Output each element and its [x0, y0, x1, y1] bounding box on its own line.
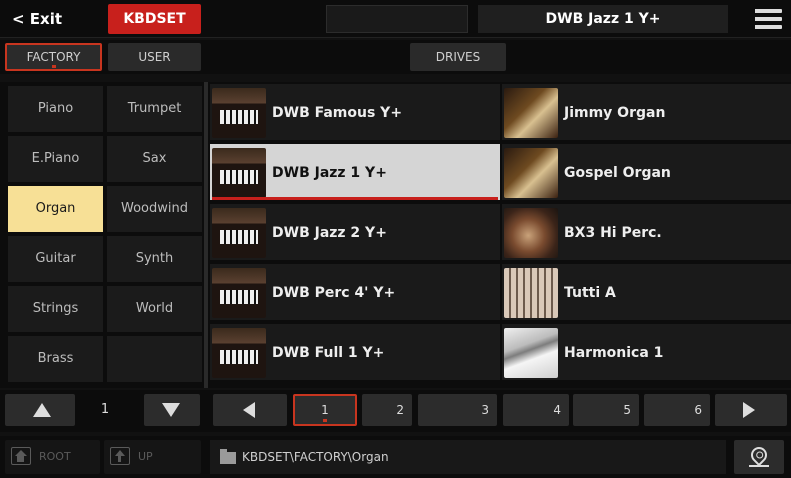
arrow-up-icon — [33, 403, 51, 417]
organ-console-icon — [212, 148, 266, 198]
tab-factory-label: FACTORY — [26, 50, 81, 64]
page-2-button[interactable]: 2 — [362, 394, 412, 426]
up-label: UP — [138, 450, 153, 463]
active-indicator — [51, 65, 56, 68]
sound-name: Gospel Organ — [564, 165, 671, 181]
category-epiano[interactable]: E.Piano — [8, 136, 103, 182]
organ-console-icon — [212, 208, 266, 258]
empty-display — [326, 5, 468, 33]
arrow-down-icon — [162, 403, 180, 417]
sound-item[interactable]: Gospel Organ — [502, 144, 791, 202]
home-icon — [11, 447, 31, 465]
sound-name: Tutti A — [564, 285, 616, 301]
category-sax[interactable]: Sax — [107, 136, 202, 182]
page-prev-button[interactable] — [213, 394, 287, 426]
category-scroll-down-button[interactable] — [144, 394, 200, 426]
sound-name: DWB Jazz 1 Y+ — [272, 165, 387, 181]
sound-item[interactable]: DWB Perc 4' Y+ — [210, 264, 500, 322]
sound-name: DWB Jazz 2 Y+ — [272, 225, 387, 241]
sound-item[interactable]: Harmonica 1 — [502, 324, 791, 382]
arrow-right-icon — [743, 402, 755, 418]
top-bar: < Exit KBDSET DWB Jazz 1 Y+ — [0, 0, 791, 38]
sound-name: DWB Perc 4' Y+ — [272, 285, 396, 301]
root-button[interactable]: ROOT — [5, 440, 100, 474]
up-button[interactable]: UP — [104, 440, 201, 474]
category-grid: Piano Trumpet E.Piano Sax Organ Woodwind… — [0, 82, 206, 388]
category-world[interactable]: World — [107, 286, 202, 332]
organ-pipes-icon — [504, 268, 558, 318]
sound-item[interactable]: BX3 Hi Perc. — [502, 204, 791, 262]
category-woodwind[interactable]: Woodwind — [107, 186, 202, 232]
sound-name: DWB Famous Y+ — [272, 105, 403, 121]
organ-keys-icon — [504, 148, 558, 198]
page-6-button[interactable]: 6 — [644, 394, 710, 426]
sound-name: BX3 Hi Perc. — [564, 225, 662, 241]
path-text: KBDSET\FACTORY\Organ — [242, 450, 389, 464]
category-trumpet[interactable]: Trumpet — [107, 86, 202, 132]
tab-user[interactable]: USER — [108, 43, 201, 71]
page-next-button[interactable] — [715, 394, 787, 426]
sound-item[interactable]: Jimmy Organ — [502, 84, 791, 142]
arrow-left-icon — [243, 402, 255, 418]
sound-select-screen: < Exit KBDSET DWB Jazz 1 Y+ FACTORY USER… — [0, 0, 791, 478]
harmonica-icon — [504, 328, 558, 378]
exit-button[interactable]: < Exit — [4, 4, 102, 34]
kbdset-tab[interactable]: KBDSET — [108, 4, 201, 34]
category-brass[interactable]: Brass — [8, 336, 103, 382]
sound-item[interactable]: DWB Full 1 Y+ — [210, 324, 500, 382]
organ-console-icon — [212, 268, 266, 318]
current-sound-name: DWB Jazz 1 Y+ — [478, 5, 728, 33]
root-label: ROOT — [39, 450, 71, 463]
menu-icon[interactable] — [752, 9, 782, 31]
bottom-bar: ROOT UP KBDSET\FACTORY\Organ — [0, 436, 791, 478]
sound-item[interactable]: Tutti A — [502, 264, 791, 322]
page-5-button[interactable]: 5 — [573, 394, 639, 426]
sound-item[interactable]: DWB Jazz 2 Y+ — [210, 204, 500, 262]
sound-item-selected[interactable]: DWB Jazz 1 Y+ — [210, 144, 500, 202]
category-strings[interactable]: Strings — [8, 286, 103, 332]
page-3-button[interactable]: 3 — [418, 394, 497, 426]
rotary-speaker-icon — [504, 208, 558, 258]
page-label: 1 — [321, 403, 329, 417]
category-page-number: 1 — [100, 402, 110, 417]
location-pin-icon — [747, 443, 771, 467]
sound-name: Jimmy Organ — [564, 105, 666, 121]
sound-name: DWB Full 1 Y+ — [272, 345, 385, 361]
path-display: KBDSET\FACTORY\Organ — [210, 440, 726, 474]
organ-keys-icon — [504, 88, 558, 138]
active-indicator — [323, 419, 327, 422]
category-synth[interactable]: Synth — [107, 236, 202, 282]
category-organ[interactable]: Organ — [8, 186, 103, 232]
category-empty — [107, 336, 202, 382]
bank-tab-row: FACTORY USER DRIVES — [0, 40, 791, 74]
selection-bar — [212, 197, 498, 200]
category-scroll-up-button[interactable] — [5, 394, 75, 426]
page-4-button[interactable]: 4 — [503, 394, 569, 426]
pager-row: 1 1 2 3 4 5 6 — [0, 390, 791, 432]
category-piano[interactable]: Piano — [8, 86, 103, 132]
organ-console-icon — [212, 88, 266, 138]
sound-item[interactable]: DWB Famous Y+ — [210, 84, 500, 142]
category-guitar[interactable]: Guitar — [8, 236, 103, 282]
tab-drives[interactable]: DRIVES — [410, 43, 506, 71]
location-button[interactable] — [734, 440, 784, 474]
organ-console-icon — [212, 328, 266, 378]
page-1-button[interactable]: 1 — [293, 394, 357, 426]
sound-list: DWB Famous Y+ Jimmy Organ DWB Jazz 1 Y+ … — [208, 82, 791, 388]
tab-factory[interactable]: FACTORY — [5, 43, 102, 71]
folder-icon — [220, 449, 236, 464]
folder-up-icon — [110, 447, 130, 465]
sound-name: Harmonica 1 — [564, 345, 664, 361]
location-base — [749, 465, 769, 467]
